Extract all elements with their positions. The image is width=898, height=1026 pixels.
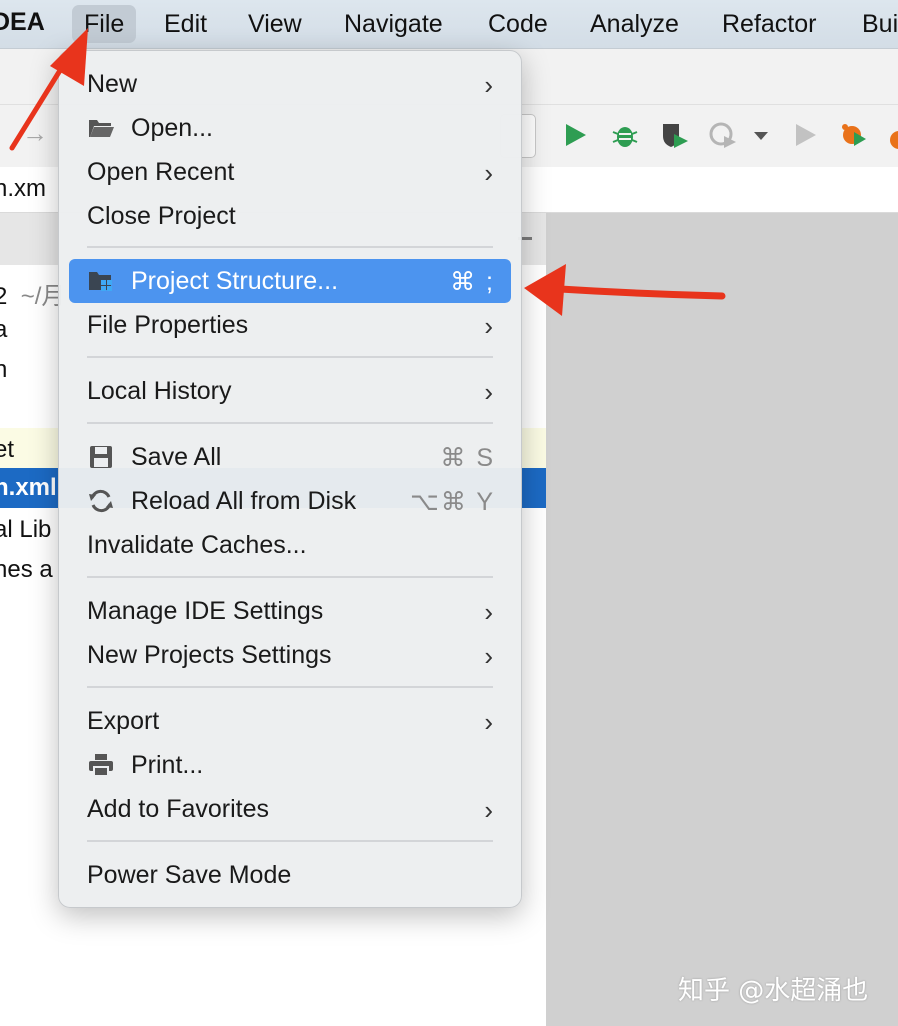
annotation-arrow-project-structure xyxy=(524,264,726,316)
watermark: 知乎 @水超涌也 xyxy=(678,976,869,1006)
annotation-arrow-file xyxy=(9,28,88,151)
annotation-arrows xyxy=(9,28,726,316)
